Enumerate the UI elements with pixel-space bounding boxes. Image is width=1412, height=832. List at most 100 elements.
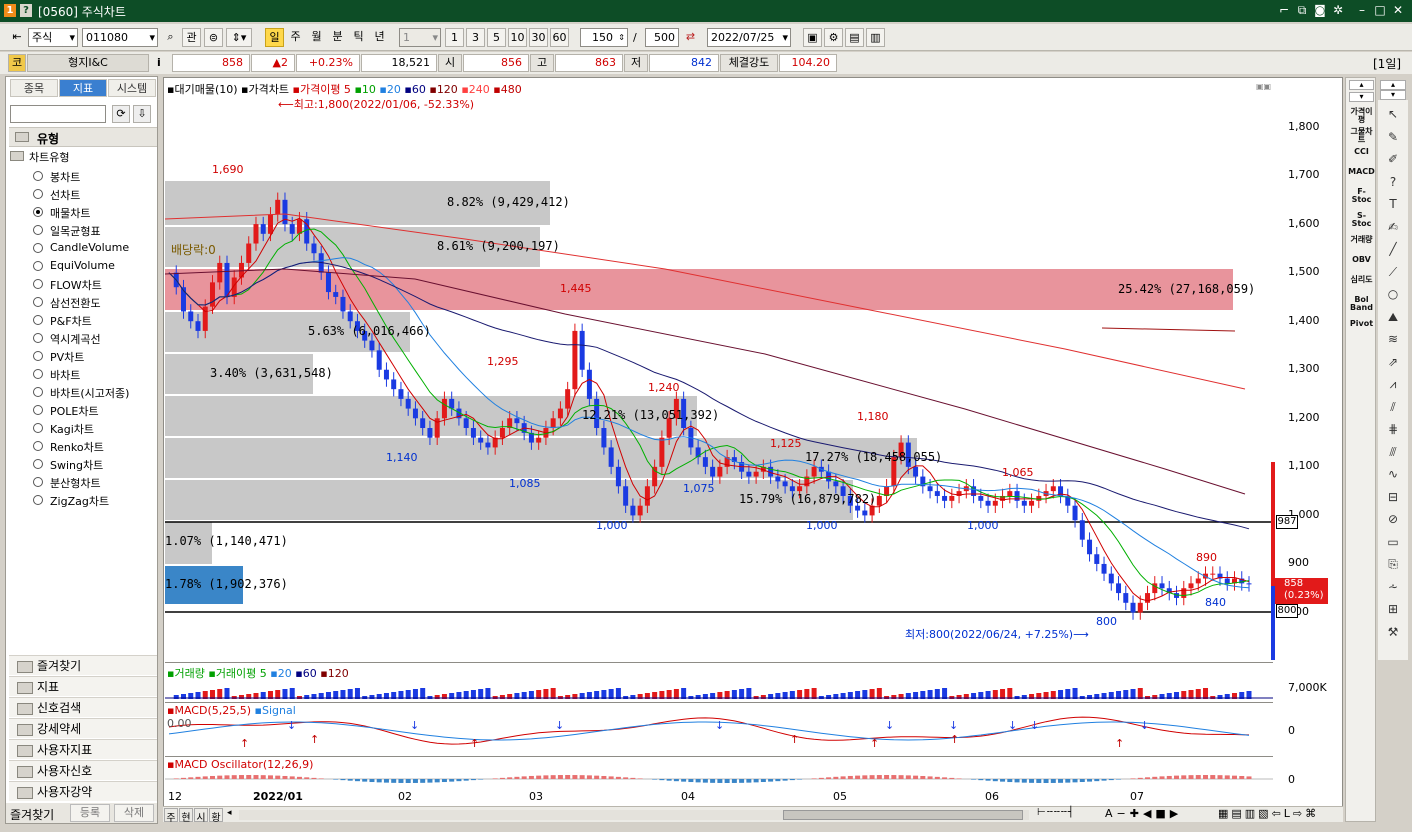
interval-5[interactable]: 5 <box>487 28 506 47</box>
interval-3[interactable]: 3 <box>466 28 485 47</box>
indicator-shortcut[interactable]: 가격이평 <box>1348 108 1375 124</box>
layout-icon[interactable]: ▥ <box>866 28 885 47</box>
panel-close-icon[interactable]: ▣▣ <box>1256 82 1271 91</box>
folder-item[interactable]: 즐겨찾기 <box>9 655 157 675</box>
channel-icon[interactable]: ⫻ <box>1384 444 1402 460</box>
cursor-icon[interactable]: ↖ <box>1384 106 1402 122</box>
chart-type-radio[interactable] <box>33 315 43 325</box>
view-controls-icon[interactable]: ▦▤▥▧⇦L⇨⌘ <box>1218 807 1319 820</box>
bottom-tab-current[interactable]: 현 <box>179 808 193 824</box>
bottom-tab-status[interactable]: 황 <box>209 808 223 824</box>
eraser-icon[interactable]: ✐ <box>1384 151 1402 167</box>
chart-type-label[interactable]: Renko차트 <box>50 439 104 455</box>
interval-10[interactable]: 10 <box>508 28 527 47</box>
help-icon[interactable]: ? <box>1384 174 1402 190</box>
folder-item[interactable]: 사용자지표 <box>9 739 157 759</box>
chart-type-radio[interactable] <box>33 189 43 199</box>
tools-down-icon[interactable]: ▾ <box>1380 90 1406 100</box>
favorite-button[interactable]: 관 <box>182 28 201 47</box>
chart-type-radio[interactable] <box>33 477 43 487</box>
indicator-search-input[interactable] <box>10 105 106 123</box>
close-icon[interactable]: ✕ <box>1390 2 1406 18</box>
chart-type-radio[interactable] <box>33 495 43 505</box>
tab-stock[interactable]: 종목 <box>10 79 58 97</box>
minimize-icon[interactable]: – <box>1354 2 1370 18</box>
scroll-down-icon[interactable]: ▾ <box>1349 92 1374 102</box>
delete-button[interactable]: 삭제 <box>114 804 154 822</box>
scroll-thumb[interactable] <box>783 810 1023 820</box>
chart-type-radio[interactable] <box>33 387 43 397</box>
tools-icon[interactable]: ⚒ <box>1384 624 1402 640</box>
chart-type-radio[interactable] <box>33 459 43 469</box>
nav-controls-icon[interactable]: A−✚◀■▶ <box>1105 807 1182 820</box>
chart-type-radio[interactable] <box>33 171 43 181</box>
wave-icon[interactable]: ∿ <box>1384 466 1402 482</box>
indicator-shortcut[interactable]: F-Stoc <box>1348 188 1375 204</box>
period-month[interactable]: 월 <box>307 28 326 47</box>
chart-type-label[interactable]: 매물차트 <box>50 205 90 221</box>
chart-type-label[interactable]: 분산형차트 <box>50 475 101 491</box>
chart-type-label[interactable]: P&F차트 <box>50 313 92 329</box>
price-panel[interactable]: 8.82% (9,429,412) 8.61% (9,200,197) 25.4… <box>165 79 1273 659</box>
register-button[interactable]: 등록 <box>70 804 110 822</box>
indicator-shortcut[interactable]: CCI <box>1348 148 1375 156</box>
tab-indicator[interactable]: 지표 <box>59 79 107 97</box>
grid-icon[interactable]: ⋕ <box>1384 421 1402 437</box>
folder-item[interactable]: 강세약세 <box>9 718 157 738</box>
chart-type-radio[interactable] <box>33 351 43 361</box>
maximize-icon[interactable]: □ <box>1372 2 1388 18</box>
chart-type-label[interactable]: FLOW차트 <box>50 277 102 293</box>
search-icon[interactable]: ⌕ <box>161 28 180 47</box>
parallel-icon[interactable]: ⫽ <box>1384 399 1402 415</box>
indicator-shortcut[interactable]: MACD <box>1348 168 1375 176</box>
date-input[interactable]: 2022/07/25 ▾ <box>707 28 791 47</box>
updown-icon[interactable]: ⇕▾ <box>226 28 252 47</box>
line-icon[interactable]: ╱ <box>1384 241 1402 257</box>
save-icon[interactable]: ▤ <box>845 28 864 47</box>
scroll-up-icon[interactable]: ▴ <box>1349 80 1374 90</box>
volume-panel[interactable]: ▪거래량 ▪거래이평 5 ▪20 ▪60 ▪120 <box>165 662 1273 700</box>
trend-icon[interactable]: ⟋ <box>1384 264 1402 280</box>
chart-type-label[interactable]: 봉차트 <box>50 169 80 185</box>
sync-icon[interactable]: ⊜ <box>204 28 223 47</box>
window-number-badge[interactable]: 1 <box>4 4 16 17</box>
cycle-icon[interactable]: ⩪ <box>1384 579 1402 595</box>
chart-type-label[interactable]: 삼선전환도 <box>50 295 101 311</box>
chart-type-radio[interactable] <box>33 225 43 235</box>
count-input[interactable]: 150 ⇕ <box>580 28 628 47</box>
chart-type-label[interactable]: 역시계곡선 <box>50 331 101 347</box>
camera-icon[interactable]: ◙ <box>1312 2 1328 18</box>
indicator-shortcut[interactable]: 심리도 <box>1348 276 1375 284</box>
chart-type-label[interactable]: CandleVolume <box>50 241 129 254</box>
period-year[interactable]: 년 <box>370 28 389 47</box>
info-icon[interactable]: i <box>157 56 161 69</box>
folder-item[interactable]: 사용자신호 <box>9 760 157 780</box>
chart-type-label[interactable]: POLE차트 <box>50 403 99 419</box>
period-tick[interactable]: 틱 <box>349 28 368 47</box>
chart-type-radio[interactable] <box>33 279 43 289</box>
prev-stock-icon[interactable]: ⇤ <box>8 28 26 47</box>
chart-type-label[interactable]: EquiVolume <box>50 259 115 272</box>
pen-icon[interactable]: ✎ <box>1384 129 1402 145</box>
chart-type-radio[interactable] <box>33 297 43 307</box>
download-icon[interactable]: ⇩ <box>133 105 151 123</box>
tab-system[interactable]: 시스템 <box>108 79 156 97</box>
chart-type-label[interactable]: 일목균형표 <box>50 223 101 239</box>
period-week[interactable]: 주 <box>286 28 305 47</box>
indicator-shortcut[interactable]: 그물차트 <box>1348 128 1375 144</box>
chart-type-label[interactable]: 바차트 <box>50 367 80 383</box>
gear-icon[interactable]: ⚙ <box>824 28 843 47</box>
folder-item[interactable]: 지표 <box>9 676 157 696</box>
hand-icon[interactable]: ✍ <box>1384 219 1402 235</box>
chart-type-radio[interactable] <box>33 423 43 433</box>
folder-item[interactable]: 사용자강약 <box>9 781 157 801</box>
interval-60[interactable]: 60 <box>550 28 569 47</box>
help-badge[interactable]: ? <box>20 4 32 17</box>
chart-type-label[interactable]: ZigZag차트 <box>50 493 109 509</box>
spinner-icon[interactable]: ⇕ <box>618 29 625 46</box>
copy-window-icon[interactable]: ⧉ <box>1294 2 1310 18</box>
interval-select[interactable]: 1 ▾ <box>399 28 441 47</box>
chart-type-label[interactable]: Kagi차트 <box>50 421 94 437</box>
bottom-tab-market[interactable]: 시 <box>194 808 208 824</box>
indicator-shortcut[interactable]: OBV <box>1348 256 1375 264</box>
